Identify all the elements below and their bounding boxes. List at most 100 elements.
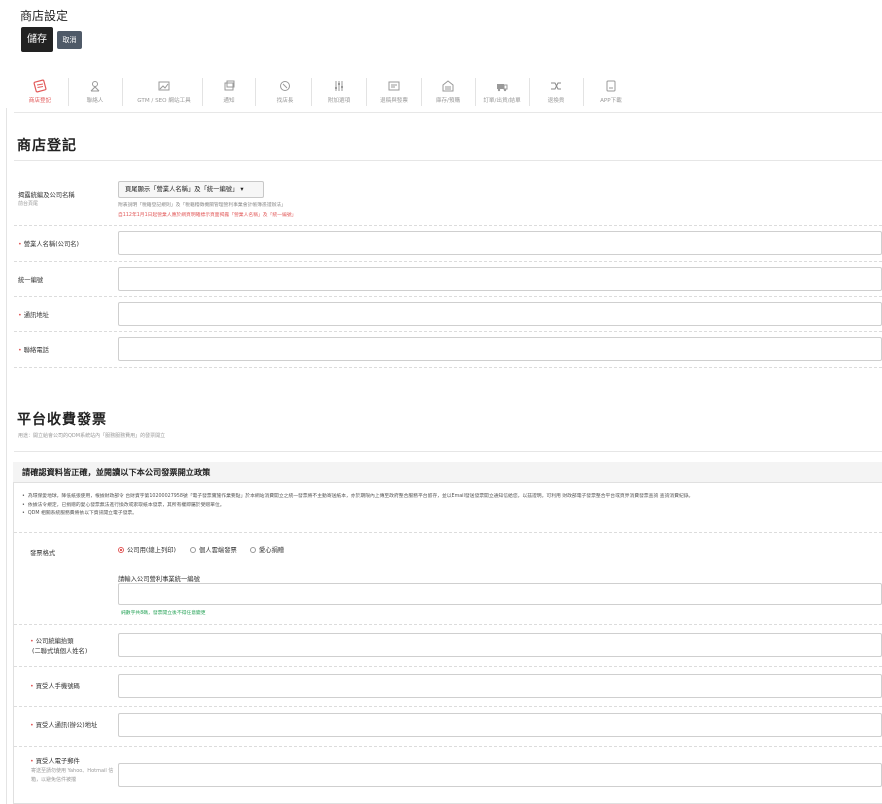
tax-id-input[interactable] bbox=[118, 267, 882, 291]
tab-divider bbox=[583, 78, 584, 106]
billing-subtitle: 用途：開立給會公司的QDM系統站內「服務服務費用」的發票開立 bbox=[18, 433, 166, 439]
cancel-button[interactable]: 取消 bbox=[57, 31, 82, 49]
tab-divider bbox=[68, 78, 69, 106]
phone-input[interactable] bbox=[118, 337, 882, 361]
display-select-value: 頁尾顯示「營業人名稱」及「統一編號」 bbox=[125, 186, 239, 193]
radio-personal-cloud[interactable]: 個人雲端發票 bbox=[190, 545, 237, 554]
page-title: 商店設定 bbox=[20, 9, 69, 23]
row-divider bbox=[14, 666, 882, 667]
tab-label: GTM / SEO 網站工具 bbox=[137, 98, 191, 104]
caret-down-icon: ▾ bbox=[240, 186, 244, 193]
company-name-label: • 營業人名稱(公司名) bbox=[18, 241, 80, 248]
row-divider bbox=[14, 706, 882, 707]
seo-image-icon bbox=[157, 78, 171, 92]
register-icon bbox=[33, 78, 47, 93]
display-select[interactable]: 頁尾顯示「營業人名稱」及「統一編號」 ▾ bbox=[118, 181, 264, 198]
address-input[interactable] bbox=[118, 302, 882, 326]
tab-divider bbox=[311, 78, 312, 106]
contact-icon bbox=[88, 78, 102, 92]
email-note: 寄送至請勿使用 Yahoo、Hotmail 信箱，以避免信件被擋 bbox=[31, 768, 114, 783]
find-manager-icon bbox=[278, 78, 292, 92]
company-name-input[interactable] bbox=[118, 231, 882, 255]
buyer-address-input[interactable] bbox=[118, 713, 882, 737]
tab-returns[interactable]: 退換貨 bbox=[531, 72, 581, 108]
email-input[interactable] bbox=[118, 763, 882, 787]
display-warning: 自112年1月1日起營業人應於網頁明確標示頁面揭露「營業人名稱」及「統一編號」 bbox=[118, 213, 297, 218]
warehouse-icon bbox=[441, 78, 455, 92]
row-divider bbox=[14, 331, 882, 332]
tab-label: 退換貨 bbox=[547, 98, 565, 104]
left-border bbox=[6, 108, 7, 804]
mobile-input[interactable] bbox=[118, 674, 882, 698]
invoice-title-label: • 公司統編抬頭 bbox=[30, 638, 74, 645]
row-divider bbox=[14, 261, 882, 262]
buyer-address-label: • 買受人通訊(辦公)地址 bbox=[30, 722, 98, 729]
display-note: 附表說明「稅籍登記規則」及「稅籍稽徵機關管理營利事業會計帳簿憑證辦法」 bbox=[118, 203, 286, 208]
address-label: • 通訊地址 bbox=[18, 312, 49, 319]
save-button[interactable]: 儲存 bbox=[21, 27, 53, 52]
tab-find-manager[interactable]: 找店長 bbox=[257, 72, 313, 108]
invoice-title-input[interactable] bbox=[118, 633, 882, 657]
tab-label: 通知 bbox=[223, 98, 235, 104]
shuffle-icon bbox=[549, 78, 563, 92]
tax-prompt: 請輸入公司營利事業統一編號 bbox=[118, 576, 200, 583]
tab-label: 商店登記 bbox=[28, 98, 52, 104]
tab-divider bbox=[421, 78, 422, 106]
policy-bullet: • QDM 相關系統服務費將依以下資訊開立電子發票。 bbox=[22, 511, 137, 516]
radio-unchecked-icon bbox=[190, 547, 196, 553]
phone-label: • 聯絡電話 bbox=[18, 347, 49, 354]
tabs-divider bbox=[14, 112, 882, 113]
section-divider bbox=[14, 451, 882, 452]
section-divider bbox=[14, 160, 882, 161]
tab-label: 訂單/出貨/結單 bbox=[483, 98, 521, 104]
app-download-icon bbox=[604, 78, 618, 92]
tab-contact[interactable]: 聯絡人 bbox=[70, 72, 120, 108]
tab-divider bbox=[366, 78, 367, 106]
radio-donation[interactable]: 愛心捐贈 bbox=[250, 545, 284, 554]
tab-label: 退稿與發票 bbox=[380, 98, 408, 104]
tab-app-download[interactable]: APP下載 bbox=[585, 72, 637, 108]
settings-tabs: 商店登記 聯絡人 GTM / SEO 網站工具 通知 找店長 附加選項 退稿與發… bbox=[14, 72, 882, 112]
tab-divider bbox=[122, 78, 123, 106]
options-sliders-icon bbox=[332, 78, 346, 92]
radio-checked-icon bbox=[118, 547, 124, 553]
radio-unchecked-icon bbox=[250, 547, 256, 553]
invoice-title-sublabel: (二聯式填個人姓名) bbox=[32, 648, 88, 655]
tax-hint: 純數字共8碼，發票開立後不得任意變更 bbox=[121, 611, 206, 616]
tab-label: 聯絡人 bbox=[86, 98, 104, 104]
company-tax-id-input[interactable] bbox=[118, 583, 882, 605]
row-divider bbox=[14, 367, 882, 368]
row-divider bbox=[14, 225, 882, 226]
radio-company[interactable]: 公司用(總上列印) bbox=[118, 545, 176, 554]
row-divider bbox=[14, 746, 882, 747]
tab-options[interactable]: 附加選項 bbox=[313, 72, 365, 108]
tab-divider bbox=[529, 78, 530, 106]
policy-bullet: • 為環保愛地球，降低紙張使用，根據財政部令 台財資字第10200027958號… bbox=[22, 494, 694, 499]
tab-label: 附加選項 bbox=[327, 98, 351, 104]
tab-label: APP下載 bbox=[600, 98, 622, 104]
display-label: 揭露統編及公司名稱 bbox=[18, 192, 75, 199]
tab-orders[interactable]: 訂單/出貨/結單 bbox=[477, 72, 527, 108]
tab-divider bbox=[202, 78, 203, 106]
tab-divider bbox=[475, 78, 476, 106]
row-divider bbox=[14, 532, 882, 533]
row-divider bbox=[14, 624, 882, 625]
tab-invoice[interactable]: 退稿與發票 bbox=[368, 72, 420, 108]
tab-notification[interactable]: 通知 bbox=[204, 72, 254, 108]
billing-section-title: 平台收費發票 bbox=[17, 412, 107, 428]
invoice-format-label: 發票格式 bbox=[30, 550, 56, 557]
tax-id-label: 統一編號 bbox=[18, 277, 44, 284]
tab-label: 庫存/預購 bbox=[435, 98, 461, 104]
tab-store-register[interactable]: 商店登記 bbox=[14, 72, 66, 108]
invoice-icon bbox=[387, 78, 401, 92]
mobile-label: • 買受人手機號碼 bbox=[30, 683, 80, 690]
store-section-title: 商店登記 bbox=[17, 138, 77, 154]
email-label: • 買受人電子郵件 bbox=[30, 758, 80, 765]
row-divider bbox=[14, 296, 882, 297]
tab-label: 找店長 bbox=[276, 98, 294, 104]
tab-inventory[interactable]: 庫存/預購 bbox=[423, 72, 473, 108]
panel-title: 請確認資料皆正確，並閱讀以下本公司發票開立政策 bbox=[22, 467, 211, 477]
tab-gtm-seo[interactable]: GTM / SEO 網站工具 bbox=[124, 72, 204, 108]
notification-icon bbox=[222, 78, 236, 92]
policy-bullet: • 依據法令規定，已捐贈的愛心發票無法進行換改或索取紙本發票，其所有權即屬於受贈… bbox=[22, 503, 225, 508]
